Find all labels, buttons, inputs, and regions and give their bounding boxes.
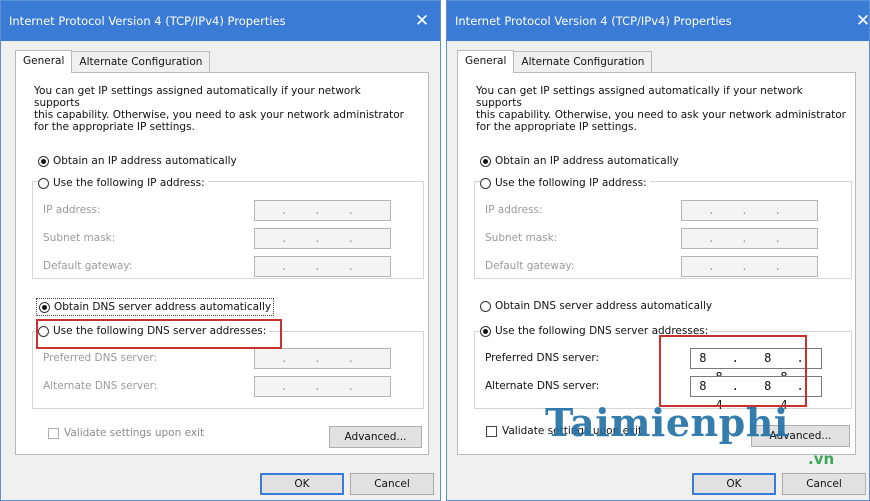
tab-strip: General Alternate Configuration [457, 50, 653, 73]
radio-indicator[interactable] [38, 325, 49, 337]
alternate-dns-row: Alternate DNS server: . . . [43, 376, 433, 398]
ipv4-properties-dialog-left: Internet Protocol Version 4 (TCP/IPv4) P… [0, 0, 441, 501]
watermark-logo: Taimienphi [545, 400, 789, 445]
title-bar: Internet Protocol Version 4 (TCP/IPv4) P… [1, 1, 440, 41]
checkbox-box[interactable] [486, 425, 497, 437]
preferred-dns-input[interactable]: . . . [254, 348, 391, 369]
preferred-dns-label: Preferred DNS server: [485, 352, 600, 364]
alternate-dns-input[interactable]: . . . [254, 376, 391, 397]
default-gateway-input[interactable]: . . . [254, 256, 391, 277]
ok-button[interactable]: OK [260, 473, 344, 495]
ip-address-row: IP address: . . . [485, 200, 861, 222]
close-icon[interactable]: ✕ [412, 11, 432, 31]
preferred-dns-label: Preferred DNS server: [43, 352, 158, 364]
radio-label: Obtain an IP address automatically [53, 155, 237, 167]
subnet-mask-input[interactable]: . . . [254, 228, 391, 249]
default-gateway-input[interactable]: . . . [681, 256, 818, 277]
subnet-mask-row: Subnet mask: . . . [43, 228, 433, 250]
description-text: You can get IP settings assigned automat… [476, 85, 847, 133]
radio-obtain-dns-auto[interactable]: Obtain DNS server address automatically [480, 298, 712, 314]
preferred-dns-input[interactable]: 8 . 8 . 8 . 8 [690, 348, 822, 384]
radio-use-following-dns[interactable]: Use the following DNS server addresses: [38, 323, 270, 339]
default-gateway-label: Default gateway: [43, 260, 133, 272]
default-gateway-row: Default gateway: . . . [485, 256, 861, 278]
tab-strip: General Alternate Configuration [15, 50, 211, 73]
radio-indicator[interactable] [38, 155, 49, 167]
subnet-mask-input[interactable]: . . . [681, 228, 818, 249]
radio-label: Obtain an IP address automatically [495, 155, 679, 167]
advanced-button[interactable]: Advanced... [329, 426, 422, 448]
ip-group: IP address: . . . Subnet mask: . . . Def… [32, 181, 424, 279]
watermark-domain: .vn [808, 450, 835, 468]
alternate-dns-label: Alternate DNS server: [485, 380, 600, 392]
subnet-mask-row: Subnet mask: . . . [485, 228, 861, 250]
subnet-mask-label: Subnet mask: [485, 232, 558, 244]
radio-indicator[interactable] [480, 300, 491, 312]
close-icon[interactable]: ✕ [853, 11, 869, 31]
radio-indicator[interactable] [39, 301, 50, 313]
preferred-dns-row: Preferred DNS server: 8 . 8 . 8 . 8 [485, 348, 861, 384]
ip-address-row: IP address: . . . [43, 200, 433, 222]
radio-use-following-ip[interactable]: Use the following IP address: [38, 175, 208, 191]
dialog-title: Internet Protocol Version 4 (TCP/IPv4) P… [9, 14, 286, 28]
general-panel: You can get IP settings assigned automat… [457, 72, 856, 455]
alternate-dns-row: Alternate DNS server: 8 . 8 . 4 . 4 [485, 376, 861, 412]
radio-use-following-ip[interactable]: Use the following IP address: [480, 175, 650, 191]
checkbox-box[interactable] [48, 427, 59, 439]
tab-general[interactable]: General [15, 50, 73, 73]
tab-alternate-configuration[interactable]: Alternate Configuration [71, 51, 211, 72]
general-panel: You can get IP settings assigned automat… [15, 72, 429, 455]
radio-label: Use the following DNS server addresses: [53, 325, 267, 337]
radio-indicator[interactable] [480, 325, 491, 337]
tab-general[interactable]: General [457, 50, 515, 73]
radio-label: Obtain DNS server address automatically [495, 300, 713, 312]
ip-address-label: IP address: [43, 204, 101, 216]
validate-settings-checkbox[interactable]: Validate settings upon exit [48, 425, 204, 441]
radio-use-following-dns[interactable]: Use the following DNS server addresses: [480, 323, 712, 339]
ip-address-input[interactable]: . . . [681, 200, 818, 221]
radio-indicator[interactable] [38, 177, 49, 189]
cancel-button[interactable]: Cancel [350, 473, 434, 495]
alternate-dns-label: Alternate DNS server: [43, 380, 158, 392]
subnet-mask-label: Subnet mask: [43, 232, 116, 244]
dns-group: Preferred DNS server: 8 . 8 . 8 . 8 Alte… [474, 331, 852, 412]
radio-obtain-dns-auto[interactable]: Obtain DNS server address automatically [36, 298, 275, 316]
default-gateway-label: Default gateway: [485, 260, 575, 272]
ip-address-input[interactable]: . . . [254, 200, 391, 221]
ok-button[interactable]: OK [692, 473, 776, 495]
dns-group: Preferred DNS server: . . . Alternate DN… [32, 331, 424, 409]
ip-group: IP address: . . . Subnet mask: . . . Def… [474, 181, 852, 279]
radio-indicator[interactable] [480, 177, 491, 189]
default-gateway-row: Default gateway: . . . [43, 256, 433, 278]
dialog-title: Internet Protocol Version 4 (TCP/IPv4) P… [455, 14, 732, 28]
radio-indicator[interactable] [480, 155, 491, 167]
radio-label: Use the following IP address: [53, 177, 205, 189]
radio-label: Use the following IP address: [495, 177, 647, 189]
radio-label: Obtain DNS server address automatically [54, 301, 272, 313]
description-text: You can get IP settings assigned automat… [34, 85, 405, 133]
checkbox-label: Validate settings upon exit [64, 427, 205, 439]
preferred-dns-row: Preferred DNS server: . . . [43, 348, 433, 370]
tab-alternate-configuration[interactable]: Alternate Configuration [513, 51, 653, 72]
radio-label: Use the following DNS server addresses: [495, 325, 709, 337]
radio-obtain-ip-auto[interactable]: Obtain an IP address automatically [480, 153, 679, 169]
alternate-dns-input[interactable]: 8 . 8 . 4 . 4 [690, 376, 822, 412]
radio-obtain-ip-auto[interactable]: Obtain an IP address automatically [38, 153, 237, 169]
title-bar: Internet Protocol Version 4 (TCP/IPv4) P… [447, 1, 869, 41]
ip-address-label: IP address: [485, 204, 543, 216]
cancel-button[interactable]: Cancel [782, 473, 866, 495]
